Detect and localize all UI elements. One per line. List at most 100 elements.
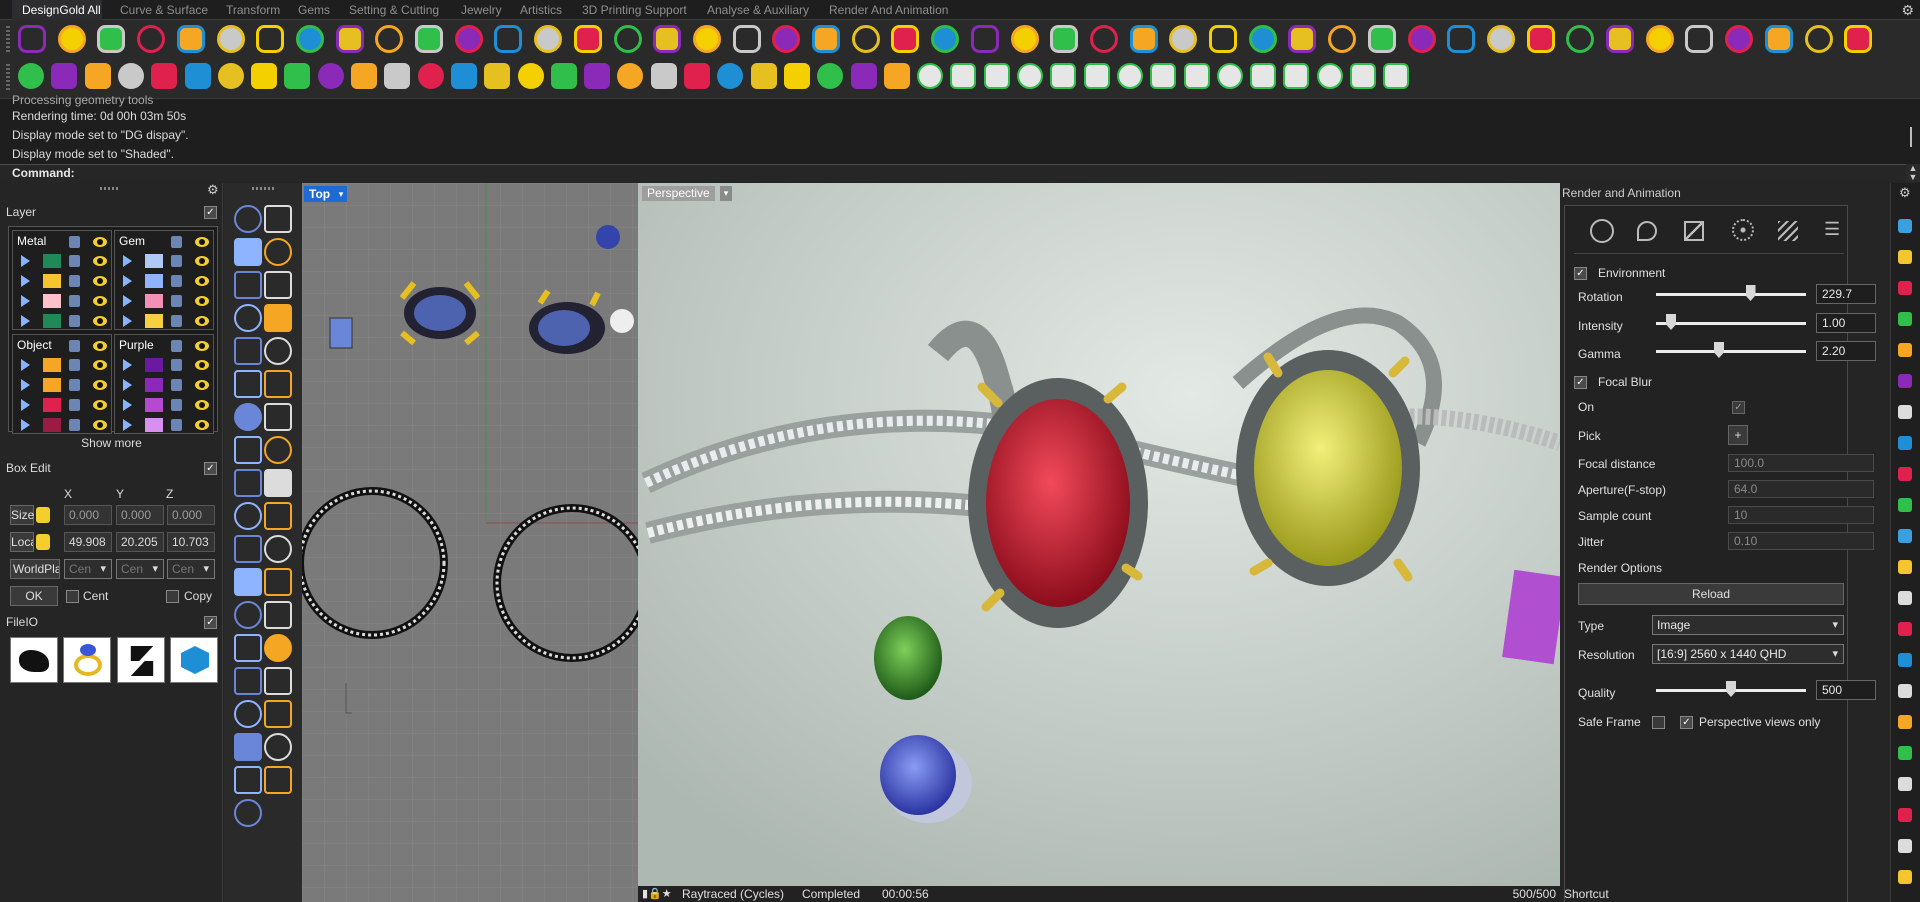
- expand-arrow-icon[interactable]: [123, 379, 132, 391]
- gem-plant-icon[interactable]: [931, 25, 960, 53]
- layer-row[interactable]: [115, 355, 215, 375]
- layer-color-swatch[interactable]: [145, 398, 163, 412]
- eye-icon[interactable]: [93, 296, 107, 306]
- cent-checkbox[interactable]: [66, 590, 79, 603]
- garden-icon[interactable]: [883, 63, 910, 89]
- polyline-icon[interactable]: [234, 238, 262, 266]
- jitter-field[interactable]: 0.10: [1728, 532, 1874, 550]
- local-button[interactable]: Loca: [10, 532, 34, 552]
- panel-grip[interactable]: [252, 187, 274, 190]
- size-y-field[interactable]: 0.000: [116, 505, 164, 525]
- layer-color-swatch[interactable]: [43, 398, 61, 412]
- vine-icon[interactable]: [1685, 25, 1714, 53]
- layer-color-swatch[interactable]: [43, 358, 61, 372]
- eye-icon[interactable]: [195, 296, 209, 306]
- layer-row[interactable]: [115, 415, 215, 435]
- copy-checkbox[interactable]: [166, 590, 179, 603]
- size-z-field[interactable]: 0.000: [167, 505, 215, 525]
- arc-icon[interactable]: [137, 25, 166, 53]
- check-image-icon[interactable]: [1350, 63, 1376, 89]
- pendant-icon[interactable]: [653, 25, 682, 53]
- star-cluster-icon[interactable]: [1725, 25, 1754, 53]
- bowl-icon[interactable]: [18, 63, 44, 89]
- layer-color-swatch[interactable]: [145, 358, 163, 372]
- type-select[interactable]: Image: [1652, 615, 1844, 635]
- layer-color-swatch[interactable]: [145, 254, 163, 268]
- split-icon[interactable]: [573, 25, 602, 53]
- grid-icon[interactable]: [851, 25, 880, 53]
- chain-link-icon[interactable]: [217, 63, 244, 89]
- size-x-field[interactable]: 0.000: [64, 505, 112, 525]
- layer-checkbox[interactable]: ✓: [204, 206, 217, 219]
- eye-icon[interactable]: [195, 360, 209, 370]
- array-icon[interactable]: [264, 601, 292, 629]
- text-icon[interactable]: [234, 601, 262, 629]
- eye-icon[interactable]: [195, 400, 209, 410]
- frame-icon[interactable]: [1083, 63, 1110, 89]
- lock-icon[interactable]: ▮🔒★: [642, 886, 672, 902]
- cut-icon[interactable]: [295, 25, 324, 53]
- ok-button[interactable]: OK: [10, 586, 58, 606]
- gamma-field[interactable]: 2.20: [1816, 341, 1876, 361]
- layer-group-name[interactable]: Metal: [17, 234, 46, 248]
- local-z-field[interactable]: 10.703: [167, 532, 215, 552]
- arc-tool-icon[interactable]: [264, 304, 292, 332]
- lock-icon[interactable]: [171, 275, 182, 287]
- environment-checkbox[interactable]: ✓: [1574, 267, 1587, 280]
- layer-row[interactable]: [13, 375, 113, 395]
- bracelet-icon[interactable]: [251, 63, 278, 89]
- cap-icon[interactable]: [84, 63, 111, 89]
- layer-color-swatch[interactable]: [43, 314, 61, 328]
- expand-arrow-icon[interactable]: [123, 399, 132, 411]
- dock-icon[interactable]: [1898, 870, 1912, 884]
- select-arrow-icon[interactable]: [234, 205, 262, 233]
- net-icon[interactable]: [617, 63, 644, 89]
- rotation-field[interactable]: 229.7: [1816, 284, 1876, 304]
- link-icon[interactable]: [812, 25, 840, 53]
- dock-icon[interactable]: [1898, 219, 1912, 233]
- cylinder-icon[interactable]: [1328, 25, 1357, 53]
- light-tool-icon[interactable]: [234, 799, 262, 827]
- image-icon[interactable]: [1283, 63, 1310, 89]
- dock-icon[interactable]: [1898, 312, 1912, 326]
- viewport-menu-arrow[interactable]: ▾: [335, 186, 347, 202]
- layer-row[interactable]: [13, 415, 113, 435]
- layer-group-name[interactable]: Purple: [119, 338, 154, 352]
- ellipse-icon[interactable]: [264, 271, 292, 299]
- bird-icon[interactable]: [783, 63, 810, 89]
- viewport-menu-arrow[interactable]: ▾: [720, 186, 732, 201]
- table-icon[interactable]: [1089, 25, 1118, 53]
- mushroom-icon[interactable]: [151, 63, 178, 89]
- nodes-icon[interactable]: [484, 63, 511, 89]
- spring-curve-icon[interactable]: [57, 25, 86, 53]
- worldplane-button[interactable]: WorldPla: [10, 559, 60, 579]
- lock-icon[interactable]: [69, 340, 80, 352]
- layer-row[interactable]: [13, 291, 113, 311]
- gem-round-icon[interactable]: [117, 63, 144, 89]
- pin-icon[interactable]: [534, 25, 563, 53]
- perspective-viewport-title[interactable]: Perspective: [642, 186, 715, 201]
- lock-icon[interactable]: [171, 340, 182, 352]
- monitor-icon[interactable]: [1216, 63, 1243, 89]
- rake-icon[interactable]: [850, 63, 877, 89]
- quality-field[interactable]: 500: [1816, 680, 1876, 700]
- layer-row[interactable]: [115, 311, 215, 331]
- lock-icon[interactable]: [69, 419, 80, 431]
- expand-arrow-icon[interactable]: [21, 255, 30, 267]
- scroll-icon[interactable]: [650, 63, 677, 89]
- lock-icon[interactable]: [69, 315, 80, 327]
- layer-color-swatch[interactable]: [145, 274, 163, 288]
- command-prompt[interactable]: Command:: [0, 164, 1906, 182]
- spiral-icon[interactable]: [384, 63, 411, 89]
- eye-icon[interactable]: [93, 256, 107, 266]
- layer-row[interactable]: [13, 395, 113, 415]
- dock-icon[interactable]: [1898, 281, 1912, 295]
- grid-array-icon[interactable]: [234, 700, 262, 728]
- layer-color-swatch[interactable]: [43, 418, 61, 432]
- scale-icon[interactable]: [264, 568, 292, 596]
- eye-icon[interactable]: [195, 380, 209, 390]
- dock-icon[interactable]: [1898, 591, 1912, 605]
- group-icon[interactable]: [264, 535, 292, 563]
- lock-icon[interactable]: [171, 255, 182, 267]
- lock-icon[interactable]: [69, 295, 80, 307]
